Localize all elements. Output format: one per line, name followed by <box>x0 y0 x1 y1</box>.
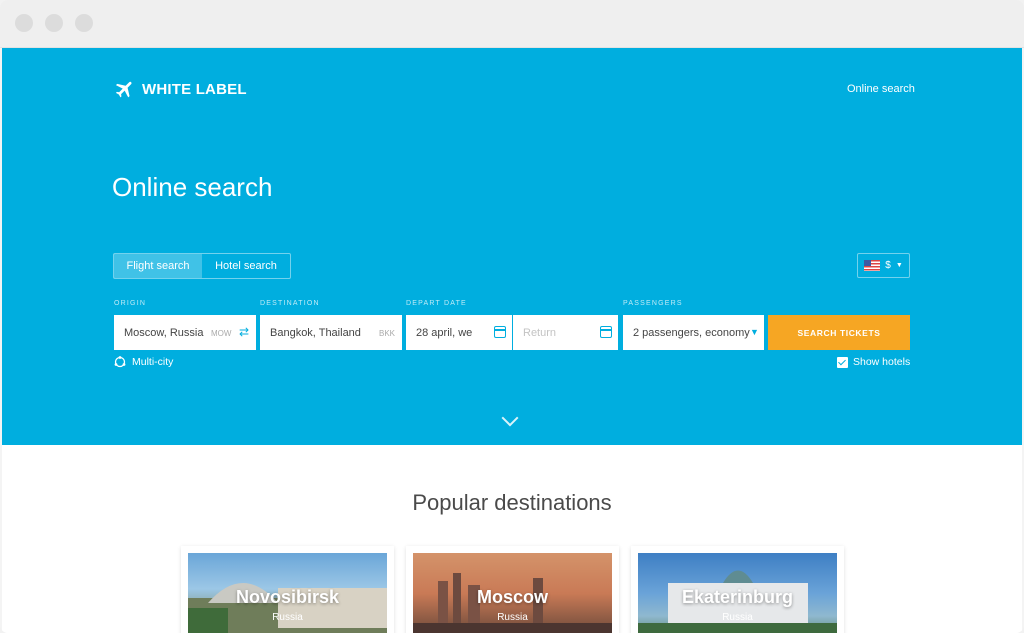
destination-code: BKK <box>379 329 396 338</box>
destination-image: Moscow Russia <box>413 553 612 633</box>
destination-city: Ekaterinburg <box>681 587 794 607</box>
chevron-down-icon: ▼ <box>895 262 903 269</box>
destination-card[interactable]: Moscow Russia <box>406 546 619 633</box>
checkbox-icon[interactable] <box>837 356 848 368</box>
swap-icon[interactable]: ⇄ <box>239 325 249 339</box>
depart-date-label: DEPART DATE <box>406 300 467 307</box>
browser-window: WHITE LABEL Online search Online search … <box>0 0 1024 633</box>
flag-us-icon <box>864 260 881 271</box>
destination-card[interactable]: Novosibirsk Russia <box>181 546 394 633</box>
multi-city-link[interactable]: Multi-city <box>114 356 173 368</box>
hero-section <box>2 48 1022 445</box>
window-close-dot[interactable] <box>15 14 33 32</box>
calendar-icon <box>600 326 612 338</box>
tab-hotel-search[interactable]: Hotel search <box>202 254 290 278</box>
return-date-placeholder: Return <box>523 326 557 339</box>
page-title: Online search <box>112 172 273 202</box>
window-titlebar <box>0 0 1024 48</box>
destination-value: Bangkok, Thailand <box>270 326 361 339</box>
origin-field[interactable]: Moscow, Russia MOW ⇄ <box>114 315 256 350</box>
brand-logo[interactable]: WHITE LABEL <box>114 78 247 100</box>
destination-country: Russia <box>272 612 303 623</box>
destination-image: Ekaterinburg Russia <box>638 553 837 633</box>
destination-image: Novosibirsk Russia <box>188 553 387 633</box>
airplane-icon <box>115 81 132 98</box>
show-hotels-label: Show hotels <box>853 356 911 368</box>
destination-country: Russia <box>722 612 753 623</box>
return-date-field[interactable]: Return <box>513 315 618 350</box>
chevron-down-icon: ▼ <box>750 327 759 337</box>
currency-symbol: $ <box>885 260 891 271</box>
destination-field[interactable]: Bangkok, Thailand BKK <box>260 315 402 350</box>
destination-city: Moscow <box>476 587 548 607</box>
online-search-link[interactable]: Online search <box>847 83 915 95</box>
passengers-label: PASSENGERS <box>623 300 683 307</box>
popular-destinations-title: Popular destinations <box>412 490 612 515</box>
origin-value: Moscow, Russia <box>124 326 204 339</box>
multi-city-icon <box>114 356 126 368</box>
tab-flight-search[interactable]: Flight search <box>114 254 202 278</box>
passengers-value: 2 passengers, economy <box>633 326 750 339</box>
origin-label: ORIGIN <box>114 300 147 307</box>
multi-city-label: Multi-city <box>132 356 174 368</box>
window-maximize-dot[interactable] <box>75 14 93 32</box>
destination-card[interactable]: Ekaterinburg Russia <box>631 546 844 633</box>
depart-date-field[interactable]: 28 april, we <box>406 315 512 350</box>
window-minimize-dot[interactable] <box>45 14 63 32</box>
destination-city: Novosibirsk <box>235 587 340 607</box>
passengers-field[interactable]: 2 passengers, economy ▼ <box>623 315 764 350</box>
search-tabs: Flight search Hotel search <box>113 253 291 279</box>
currency-selector[interactable]: $ ▼ <box>857 253 910 278</box>
destination-country: Russia <box>497 612 528 623</box>
show-hotels-toggle[interactable]: Show hotels <box>837 356 910 368</box>
brand-name: WHITE LABEL <box>142 80 247 98</box>
search-tickets-button[interactable]: SEARCH TICKETS <box>768 315 910 350</box>
origin-code: MOW <box>211 329 232 338</box>
calendar-icon <box>494 326 506 338</box>
destination-label: DESTINATION <box>260 300 320 307</box>
depart-date-value: 28 april, we <box>416 326 473 339</box>
